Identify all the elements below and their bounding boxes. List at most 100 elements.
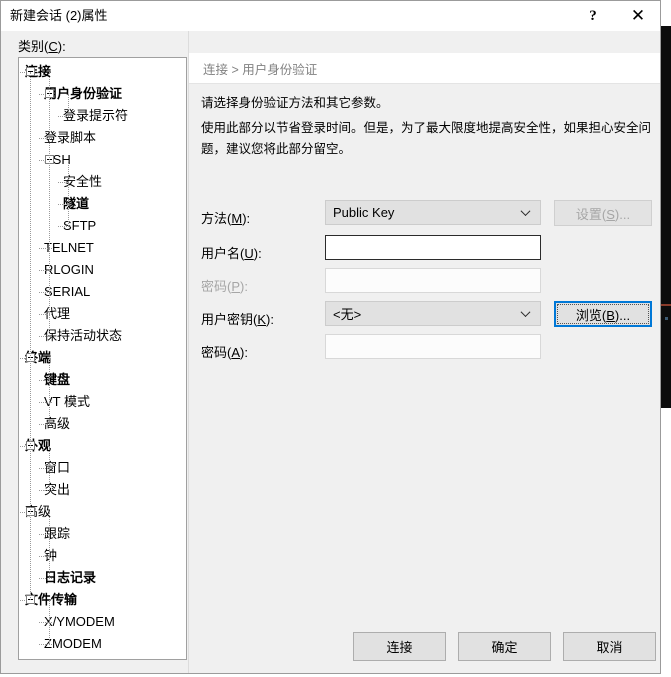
tree-item-12[interactable]: 保持活动状态	[19, 325, 186, 347]
passphrase-label-mnemonic: A	[231, 345, 241, 360]
passphrase-label: 密码(A):	[201, 342, 248, 361]
passphrase-input[interactable]	[325, 334, 541, 359]
ok-button-label: 确定	[491, 640, 518, 655]
tree-item-6[interactable]: 隧道	[19, 193, 186, 215]
tree-item-label: 保持活动状态	[44, 328, 123, 343]
tree-spine-terminal	[49, 358, 51, 424]
tree-spine-appearance	[49, 446, 51, 490]
browse-label-post: )...	[614, 307, 631, 323]
passphrase-label-pre: 密码(	[201, 345, 232, 360]
tree-item-18[interactable]: 窗口	[19, 457, 186, 479]
tree-spine-advanced	[49, 512, 51, 578]
userkey-combobox-value: <无>	[333, 307, 362, 322]
method-combobox[interactable]: Public Key	[325, 200, 541, 225]
browse-button[interactable]: 浏览(B)...	[554, 301, 652, 327]
password-label-mnemonic: P	[231, 279, 241, 294]
tree-item-5[interactable]: 安全性	[19, 171, 186, 193]
cancel-button[interactable]: 取消	[563, 632, 656, 661]
userkey-label-mnemonic: K	[257, 312, 267, 327]
tree-connector-horizontal	[39, 490, 52, 492]
panel-divider	[188, 31, 189, 673]
connect-button-label: 连接	[386, 640, 413, 655]
settings-button[interactable]: 设置(S)...	[554, 200, 652, 226]
tree-connector-horizontal	[58, 226, 71, 228]
close-button[interactable]: ✕	[616, 1, 660, 31]
method-combobox-value: Public Key	[333, 205, 395, 220]
username-input[interactable]	[325, 235, 541, 260]
userkey-combobox[interactable]: <无>	[325, 301, 541, 326]
tree-spine-root	[30, 72, 32, 600]
tree-item-25[interactable]: X/YMODEM	[19, 611, 186, 633]
tree-spine-auth	[68, 94, 70, 116]
tree-connector-horizontal	[58, 116, 71, 118]
session-properties-dialog: 新建会话 (2)属性 ? ✕ 类别(C): 连接 用户身份验证 登录提示符 登录脚本 S…	[0, 0, 661, 674]
tree-item-label: 登录提示符	[63, 108, 129, 123]
tree-item-7[interactable]: SFTP	[19, 215, 186, 237]
ok-button[interactable]: 确定	[458, 632, 551, 661]
category-tree[interactable]: 连接用户身份验证登录提示符登录脚本 SSH 安全性 隧道 SFTP TELNET RLOGI…	[18, 57, 187, 660]
category-label: 类别(C):	[18, 36, 66, 55]
tree-item-11[interactable]: 代理	[19, 303, 186, 325]
password-label-post: ):	[240, 279, 248, 294]
description-line-2: 使用此部分以节省登录时间。但是，为了最大限度地提高安全性，如果担心安全问题，建议…	[201, 121, 652, 156]
dialog-body: 类别(C): 连接 用户身份验证 登录提示符 登录脚本 SSH 安全性 隧道 SFTP TELN…	[1, 31, 660, 673]
tree-item-9[interactable]: RLOGIN	[19, 259, 186, 281]
password-input[interactable]	[325, 268, 541, 293]
username-label: 用户名(U):	[201, 243, 262, 262]
username-label-post: ):	[253, 246, 262, 261]
tree-item-label: X/YMODEM	[44, 614, 115, 629]
tree-item-15[interactable]: VT 模式	[19, 391, 186, 413]
method-label-post: ):	[242, 211, 251, 226]
description-text: 请选择身份验证方法和其它参数。 使用此部分以节省登录时间。但是，为了最大限度地提…	[201, 93, 653, 164]
username-label-pre: 用户名(	[201, 246, 245, 261]
tree-spine-ssh	[68, 160, 70, 226]
tree-item-3[interactable]: 登录脚本	[19, 127, 186, 149]
method-label-pre: 方法(	[201, 211, 232, 226]
category-label-mnemonic: C	[48, 39, 58, 54]
tree-item-22[interactable]: 钟	[19, 545, 186, 567]
tree-item-4[interactable]: SSH	[19, 149, 186, 171]
tree-item-1[interactable]: 用户身份验证	[19, 83, 186, 105]
tree-connector-horizontal	[39, 424, 52, 426]
tree-connector-horizontal	[39, 94, 44, 96]
background-terminal-cursor	[665, 317, 668, 320]
userkey-label-post: ):	[266, 312, 274, 327]
tree-connector-horizontal	[20, 72, 25, 74]
tree-item-23[interactable]: 日志记录	[19, 567, 186, 589]
tree-item-13[interactable]: 终端	[19, 347, 186, 369]
tree-item-10[interactable]: SERIAL	[19, 281, 186, 303]
tree-item-20[interactable]: 高级	[19, 501, 186, 523]
tree-item-14[interactable]: 键盘	[19, 369, 186, 391]
tree-item-2[interactable]: 登录提示符	[19, 105, 186, 127]
method-label: 方法(M):	[201, 208, 250, 227]
password-label-pre: 密码(	[201, 279, 232, 294]
tree-connector-horizontal	[39, 160, 44, 162]
category-label-pre: 类别(	[18, 39, 49, 54]
tree-item-8[interactable]: TELNET	[19, 237, 186, 259]
browse-button-label: 浏览(B)...	[576, 305, 630, 324]
tree-item-17[interactable]: 外观	[19, 435, 186, 457]
password-label: 密码(P):	[201, 276, 248, 295]
connect-button[interactable]: 连接	[353, 632, 446, 661]
settings-button-label: 设置(S)...	[576, 204, 630, 223]
tree-connector-horizontal	[39, 336, 52, 338]
tree-connector-horizontal	[39, 578, 52, 580]
browse-label-mnemonic: B	[606, 307, 615, 323]
tree-item-0[interactable]: 连接	[19, 61, 186, 83]
cancel-button-label: 取消	[596, 640, 623, 655]
category-label-post: ):	[57, 39, 66, 54]
close-icon: ✕	[630, 5, 646, 26]
tree-item-label: 用户身份验证	[44, 86, 123, 101]
tree-item-24[interactable]: 文件传输	[19, 589, 186, 611]
username-label-mnemonic: U	[244, 246, 254, 261]
settings-label-post: )...	[614, 206, 631, 222]
help-button[interactable]: ?	[571, 1, 615, 31]
tree-item-21[interactable]: 跟踪	[19, 523, 186, 545]
tree-connector-horizontal	[20, 600, 25, 602]
tree-item-16[interactable]: 高级	[19, 413, 186, 435]
userkey-label-pre: 用户密钥(	[201, 312, 258, 327]
dialog-footer: 连接 确定 取消	[1, 632, 660, 661]
tree-connector-horizontal	[20, 446, 25, 448]
tree-item-19[interactable]: 突出	[19, 479, 186, 501]
tree-connector-horizontal	[20, 358, 25, 360]
